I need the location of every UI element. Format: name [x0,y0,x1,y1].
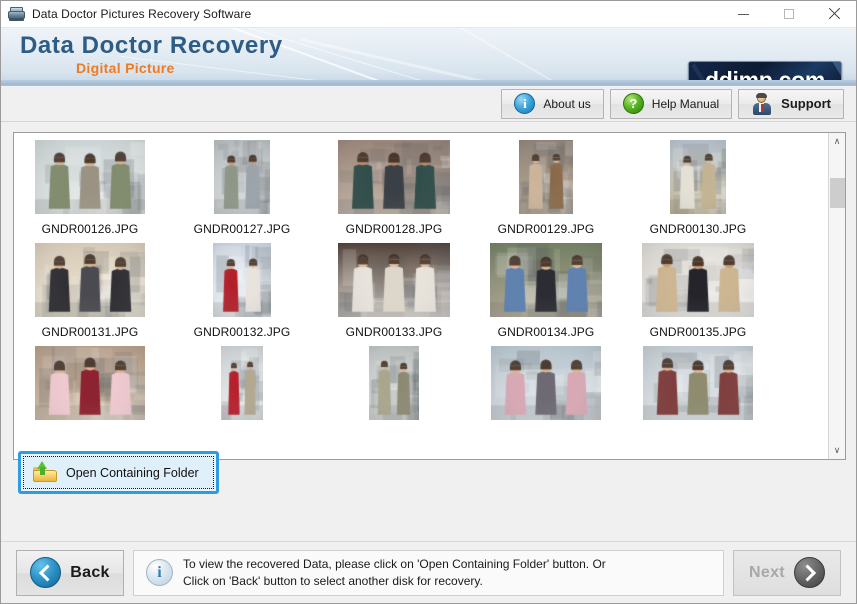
scrollbar-track[interactable] [829,150,846,442]
thumbnail-cell[interactable]: GNDR00128.JPG [318,140,470,243]
next-button[interactable]: Next [733,549,841,596]
thumbnail-image[interactable] [35,243,145,321]
application-window: Data Doctor Pictures Recovery Software D… [0,0,857,604]
thumbnail-cell[interactable]: GNDR00131.JPG [14,243,166,346]
window-title: Data Doctor Pictures Recovery Software [32,7,252,21]
support-button[interactable]: Support [738,88,844,119]
thumbnail-image[interactable] [338,140,450,218]
thumbnail-image[interactable] [670,140,726,218]
info-icon: i [514,93,536,114]
thumbnail-filename: GNDR00131.JPG [41,325,139,339]
thumbnail-cell[interactable] [14,346,166,449]
scroll-down-button[interactable]: ∨ [829,442,846,459]
help-manual-label: Help Manual [651,96,720,111]
main-content: GNDR00126.JPG GNDR00127.JPG GNDR00128.JPG G… [1,122,856,603]
brand-title: Data Doctor Recovery [20,32,283,59]
thumbnail-cell[interactable]: GNDR00130.JPG [622,140,774,243]
about-us-button[interactable]: i About us [501,88,604,119]
thumbnail-filename: GNDR00135.JPG [649,325,747,339]
close-icon [828,8,840,20]
status-text: To view the recovered Data, please click… [183,557,606,589]
open-containing-folder-wrapper: Open Containing Folder [18,451,219,494]
maximize-button[interactable] [766,1,811,28]
thumbnail-image[interactable] [491,346,601,424]
decorative-streak [230,28,729,85]
maximize-icon [783,9,794,19]
thumbnail-cell[interactable]: GNDR00134.JPG [470,243,622,346]
status-line-1: To view the recovered Data, please click… [183,556,606,571]
title-bar: Data Doctor Pictures Recovery Software [1,1,856,28]
minimize-button[interactable] [721,1,766,28]
support-agent-icon [751,92,773,115]
footer-bar: Back i To view the recovered Data, pleas… [1,541,856,603]
next-label: Next [749,563,785,581]
vertical-scrollbar[interactable]: ∧ ∨ [828,133,845,459]
thumbnail-image[interactable] [369,346,419,424]
thumbnail-image[interactable] [490,243,602,321]
thumbnail-row: GNDR00131.JPG GNDR00132.JPG GNDR00133.JPG G… [14,243,828,346]
scrollbar-thumb[interactable] [829,178,845,208]
thumbnail-image[interactable] [214,140,270,218]
recovered-files-panel: GNDR00126.JPG GNDR00127.JPG GNDR00128.JPG G… [13,132,846,460]
thumbnail-filename: GNDR00134.JPG [497,325,595,339]
chevron-right-icon [793,557,825,588]
thumbnail-filename: GNDR00129.JPG [497,222,595,236]
thumbnail-image[interactable] [35,346,145,424]
ddimp-logo[interactable]: ddimp.com [688,61,842,86]
thumbnail-filename: GNDR00130.JPG [649,222,747,236]
thumbnail-filename: GNDR00133.JPG [345,325,443,339]
thumbnail-row: GNDR00126.JPG GNDR00127.JPG GNDR00128.JPG G… [14,140,828,243]
thumbnail-cell[interactable] [470,346,622,449]
brand-subtitle: Digital Picture [76,60,175,76]
thumbnail-cell[interactable]: GNDR00133.JPG [318,243,470,346]
question-mark-icon: ? [622,93,644,114]
thumbnail-filename: GNDR00127.JPG [193,222,291,236]
thumbnail-cell[interactable]: GNDR00126.JPG [14,140,166,243]
about-us-label: About us [543,96,591,111]
thumbnail-cell[interactable]: GNDR00127.JPG [166,140,318,243]
info-icon: i [146,559,173,586]
thumbnail-grid[interactable]: GNDR00126.JPG GNDR00127.JPG GNDR00128.JPG G… [14,133,828,459]
thumbnail-image[interactable] [642,243,754,321]
brand-header: Data Doctor Recovery Digital Picture ddi… [1,28,856,86]
thumbnail-row [14,346,828,449]
thumbnail-filename: GNDR00132.JPG [193,325,291,339]
thumbnail-image[interactable] [213,243,271,321]
support-label: Support [781,96,831,111]
thumbnail-cell[interactable] [166,346,318,449]
open-containing-folder-button[interactable]: Open Containing Folder [23,456,214,489]
open-containing-folder-label: Open Containing Folder [66,465,199,480]
thumbnail-cell[interactable]: GNDR00135.JPG [622,243,774,346]
thumbnail-cell[interactable] [622,346,774,449]
chevron-left-icon [30,557,62,588]
thumbnail-cell[interactable]: GNDR00129.JPG [470,140,622,243]
brand-block: Data Doctor Recovery Digital Picture [20,33,283,77]
minimize-icon [738,13,749,15]
thumbnail-image[interactable] [519,140,573,218]
scroll-up-button[interactable]: ∧ [829,133,846,150]
thumbnail-cell[interactable] [318,346,470,449]
status-line-2: Click on 'Back' button to select another… [183,573,483,588]
thumbnail-image[interactable] [338,243,450,321]
open-containing-folder-focus-ring: Open Containing Folder [18,451,219,494]
window-controls [721,1,856,28]
thumbnail-image[interactable] [221,346,263,424]
close-button[interactable] [811,1,856,28]
thumbnail-image[interactable] [643,346,753,424]
thumbnail-image[interactable] [35,140,145,218]
folder-upload-icon [32,461,58,483]
scanner-icon [8,6,25,23]
toolbar: i About us ? Help Manual Support [1,86,856,122]
thumbnail-cell[interactable]: GNDR00132.JPG [166,243,318,346]
back-label: Back [70,563,110,581]
logo-text: ddimp.com [705,66,825,86]
thumbnail-filename: GNDR00128.JPG [345,222,443,236]
thumbnail-filename: GNDR00126.JPG [41,222,139,236]
back-button[interactable]: Back [16,549,124,596]
status-message-box: i To view the recovered Data, please cli… [133,549,724,596]
help-manual-button[interactable]: ? Help Manual [609,88,733,119]
